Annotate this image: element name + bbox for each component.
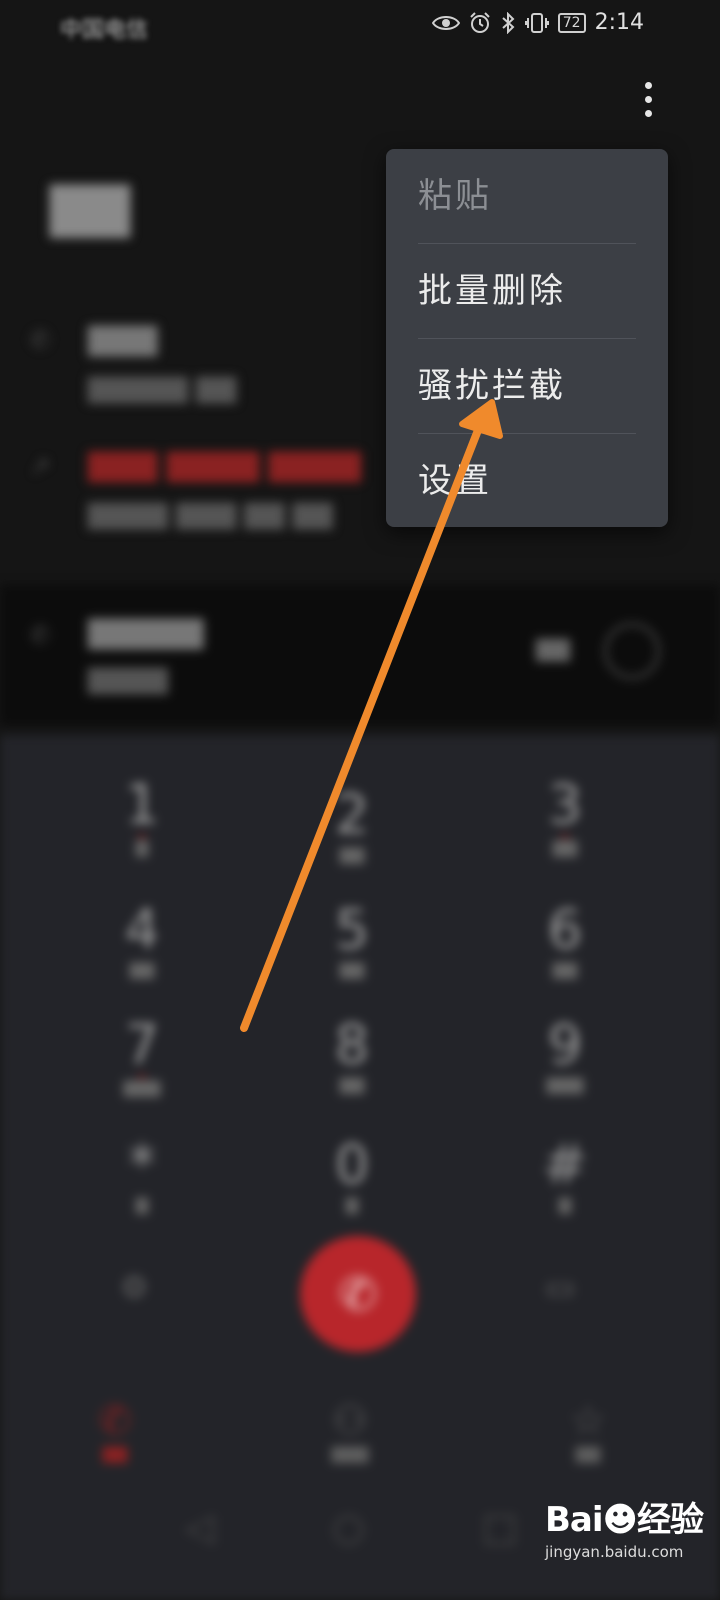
watermark-brand-right: 经验 (636, 1500, 704, 1540)
dialpad-key-star: * ▇ (128, 1133, 156, 1215)
action-text-blurred: ▇▇ (536, 637, 570, 662)
alarm-icon (470, 11, 490, 33)
menu-item-harassment-block[interactable]: 骚扰拦截 (418, 339, 636, 433)
dialpad-key-9: 9 ▇▇▇ (546, 1013, 584, 1095)
nav-home-icon: ○ (332, 1505, 366, 1549)
menu-item-paste[interactable]: 粘贴 (418, 149, 636, 243)
nav-back-icon: ◁ (185, 1505, 215, 1549)
call-button-blurred: ✆ (300, 1236, 416, 1352)
dialpad-key-6: 6 ▇▇ (547, 898, 583, 980)
menu-item-batch-delete[interactable]: 批量删除 (418, 244, 636, 338)
call-name-blurred: ▇▇▇ (88, 322, 158, 357)
missed-call-icon: ↗ (30, 452, 51, 480)
watermark-brand-left: Bai (545, 1500, 604, 1540)
dialpad-key-4: 4 ▇▇ (124, 898, 160, 980)
call-log-row: ✆ ▇▇▇▇▇ ▇▇▇▇ ▇▇ (0, 585, 720, 725)
phone-icon: ✆ (338, 1267, 378, 1321)
dialpad-key-8: 8 ▇▇ (334, 1013, 370, 1095)
call-icon: ✆ (30, 621, 51, 649)
paw-icon: ☻ (602, 1500, 638, 1540)
more-options-icon[interactable] (634, 82, 662, 124)
tab-favorites-blurred: ☆ ▇▇ (570, 1398, 606, 1463)
tab-contacts-blurred: ⚇ ▇▇▇ (331, 1398, 369, 1463)
tab-dialer-blurred: ✆ ▇▇ (98, 1398, 132, 1463)
dialpad-key-3: 3 ▇▇ (547, 773, 583, 858)
dialpad-key-hash: # ▇ (542, 1133, 588, 1215)
call-name-blurred: ▇▇▇ ▇▇▇▇ ▇▇▇▇ (88, 448, 361, 483)
call-sub-blurred: ▇▇▇▇ ▇▇▇ ▇▇ ▇▇ (88, 500, 333, 530)
menu-item-settings[interactable]: 设置 (418, 434, 636, 528)
backspace-icon: ▭ (545, 1268, 576, 1306)
eye-icon (431, 15, 460, 30)
vibrate-icon (524, 12, 549, 33)
overflow-menu: 粘贴 批量删除 骚扰拦截 设置 (386, 149, 668, 527)
bluetooth-icon (502, 11, 515, 34)
phone-screen: ▇▇ ✆ ▇▇▇ ▇▇▇▇▇ ▇▇ ↗ ▇▇▇ ▇▇▇▇ ▇▇▇▇ ▇▇▇▇ ▇… (0, 0, 720, 1600)
status-bar: 中国电信 72 2:14 (0, 0, 720, 50)
carrier-label: 中国电信 (60, 18, 149, 43)
clock: 2:14 (594, 10, 644, 35)
call-name-blurred: ▇▇▇▇▇ (88, 615, 204, 650)
call-icon: ✆ (30, 326, 51, 354)
baidu-jingyan-watermark: Bai☻经验 jingyan.baidu.com (545, 1492, 710, 1582)
dialpad-key-2: 2 ▇▇ (334, 783, 370, 865)
call-sub-blurred: ▇▇▇▇ (88, 665, 168, 695)
dialpad-key-0: 0 ▇ (334, 1133, 370, 1215)
dialpad-key-1: 1 ▇ (124, 773, 160, 858)
page-title-blurred: ▇▇ (50, 178, 130, 238)
nav-recents-icon: □ (482, 1505, 518, 1549)
battery-icon: 72 (557, 12, 586, 33)
voicemail-icon: ⚙ (120, 1268, 149, 1306)
dialpad-key-7: 7 ▇▇▇ (123, 1013, 161, 1098)
info-icon (604, 623, 660, 679)
call-sub-blurred: ▇▇▇▇▇ ▇▇ (88, 374, 237, 404)
watermark-url: jingyan.baidu.com (545, 1543, 684, 1561)
dialpad-key-5: 5 ▇▇ (334, 898, 370, 980)
